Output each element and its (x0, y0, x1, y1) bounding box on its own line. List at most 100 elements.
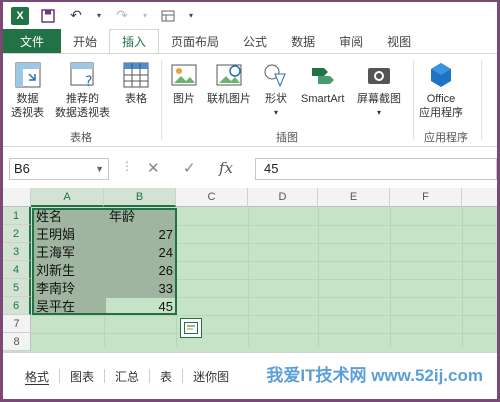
recommended-charts-button[interactable]: 推 (487, 60, 498, 106)
screenshot-button[interactable]: 屏幕截图 ▾ (357, 60, 401, 120)
smartart-button[interactable]: SmartArt (301, 60, 344, 106)
save-icon[interactable] (39, 7, 57, 25)
row-header-7[interactable]: 7 (3, 315, 31, 333)
shapes-button[interactable]: 形状 ▾ (261, 60, 291, 120)
select-all-corner[interactable] (3, 188, 31, 207)
cell-a3[interactable]: 王海军 (36, 244, 75, 262)
gridline (31, 333, 497, 334)
cell-b2[interactable]: 27 (106, 226, 173, 244)
quick-analysis-icon (184, 322, 198, 334)
column-header-e[interactable]: E (318, 188, 390, 207)
tab-formulas[interactable]: 公式 (231, 29, 279, 53)
name-box[interactable]: B6 ▼ (9, 158, 109, 180)
gridline (462, 207, 463, 347)
tab-file[interactable]: 文件 (3, 29, 61, 53)
formula-bar-grip-icon: ⋮ (121, 159, 133, 173)
worksheet-grid[interactable]: A B C D E F 1 2 3 4 5 6 7 8 姓名 年龄 王明娟 27… (3, 188, 497, 399)
name-box-dropdown-icon[interactable]: ▼ (95, 159, 104, 179)
qat-more-icon[interactable]: ▾ (187, 7, 195, 25)
column-header-c[interactable]: C (176, 188, 248, 207)
insert-function-icon[interactable]: fx (219, 159, 233, 177)
tab-page-layout[interactable]: 页面布局 (159, 29, 231, 53)
svg-text:?: ? (85, 74, 92, 90)
ribbon-insert: 数据 透视表 ? 推荐的 数据透视表 表格 表格 图片 联机图片 形状 ▾ Sm… (3, 53, 497, 147)
tab-home[interactable]: 开始 (61, 29, 109, 53)
recommended-pivottable-button[interactable]: ? 推荐的 数据透视表 (55, 60, 110, 120)
column-header-a[interactable]: A (31, 188, 104, 207)
tab-view[interactable]: 视图 (375, 29, 423, 53)
ribbon-separator (481, 60, 482, 140)
shapes-label: 形状 (265, 93, 287, 105)
shapes-dropdown-icon: ▾ (273, 108, 278, 117)
qa-tab-sparklines[interactable]: 迷你图 (183, 368, 239, 385)
ribbon-separator (161, 60, 162, 140)
redo-icon[interactable]: ↷ (113, 7, 131, 25)
group-illustrations-label: 插图 (276, 132, 298, 144)
ribbon-separator (413, 60, 414, 140)
row-header-6[interactable]: 6 (3, 297, 31, 315)
quick-analysis-button[interactable] (180, 318, 202, 338)
tab-insert[interactable]: 插入 (109, 29, 160, 53)
row-header-8[interactable]: 8 (3, 333, 31, 351)
cell-a6[interactable]: 吴平在 (36, 298, 75, 316)
qa-tab-formatting[interactable]: 格式 (15, 368, 59, 385)
office-apps-label: Office 应用程序 (419, 93, 463, 119)
column-header-d[interactable]: D (248, 188, 318, 207)
tab-review[interactable]: 审阅 (327, 29, 375, 53)
excel-window: X ↶ ▾ ↷ ▾ ▾ 文件 开始 插入 页面布局 公式 数据 审阅 视图 数据… (3, 2, 497, 399)
smartart-icon (311, 68, 334, 84)
online-picture-icon (216, 64, 242, 86)
row-header-4[interactable]: 4 (3, 261, 31, 279)
gridline (318, 207, 319, 347)
cell-a5[interactable]: 李南玲 (36, 280, 75, 298)
row-header-1[interactable]: 1 (3, 207, 31, 225)
cell-b6[interactable]: 45 (106, 298, 173, 316)
screenshot-icon (368, 68, 390, 84)
formula-input[interactable]: 45 (255, 158, 497, 180)
customize-qat-icon[interactable] (159, 7, 177, 25)
cell-b4[interactable]: 26 (106, 262, 173, 280)
picture-icon (171, 64, 197, 86)
qa-tab-charts[interactable]: 图表 (60, 368, 104, 385)
column-header-b[interactable]: B (104, 188, 176, 207)
row-header-3[interactable]: 3 (3, 243, 31, 261)
cell-a2[interactable]: 王明娟 (36, 226, 75, 244)
enter-icon[interactable]: ✓ (183, 159, 196, 177)
cancel-icon[interactable]: ✕ (147, 159, 160, 177)
tab-data[interactable]: 数据 (279, 29, 327, 53)
name-box-value: B6 (14, 161, 30, 176)
smartart-label: SmartArt (301, 93, 345, 105)
cell-a1[interactable]: 姓名 (36, 208, 62, 226)
pictures-button[interactable]: 图片 (169, 60, 199, 106)
qa-tab-tables[interactable]: 表 (150, 368, 182, 385)
table-icon (123, 62, 149, 88)
excel-logo-icon: X (11, 6, 29, 25)
cell-a4[interactable]: 刘新生 (36, 262, 75, 280)
pivottable-label: 数据 透视表 (11, 93, 44, 119)
pivottable-button[interactable]: 数据 透视表 (11, 60, 44, 120)
cell-b5[interactable]: 33 (106, 280, 173, 298)
row-header-2[interactable]: 2 (3, 225, 31, 243)
column-header-g[interactable] (462, 188, 497, 207)
undo-icon[interactable]: ↶ (67, 7, 85, 25)
recommended-pivottable-label: 推荐的 数据透视表 (55, 93, 110, 119)
cell-b1[interactable]: 年龄 (109, 208, 135, 226)
shapes-icon (264, 64, 286, 88)
online-pictures-button[interactable]: 联机图片 (207, 60, 251, 106)
redo-dropdown-icon[interactable]: ▾ (141, 7, 149, 25)
cell-b3[interactable]: 24 (106, 244, 173, 262)
ribbon-tabs: 文件 开始 插入 页面布局 公式 数据 审阅 视图 (3, 29, 497, 53)
recommended-charts-icon (487, 60, 497, 90)
pivottable-icon (15, 62, 40, 88)
undo-dropdown-icon[interactable]: ▾ (95, 7, 103, 25)
office-apps-button[interactable]: Office 应用程序 (419, 60, 463, 120)
group-apps-label: 应用程序 (424, 132, 468, 144)
online-pictures-label: 联机图片 (207, 93, 251, 105)
table-button[interactable]: 表格 (121, 60, 151, 106)
qa-tab-totals[interactable]: 汇总 (105, 368, 149, 385)
table-label: 表格 (125, 93, 147, 105)
row-header-5[interactable]: 5 (3, 279, 31, 297)
column-header-f[interactable]: F (390, 188, 462, 207)
office-apps-icon (431, 63, 451, 87)
gridline (390, 207, 391, 347)
